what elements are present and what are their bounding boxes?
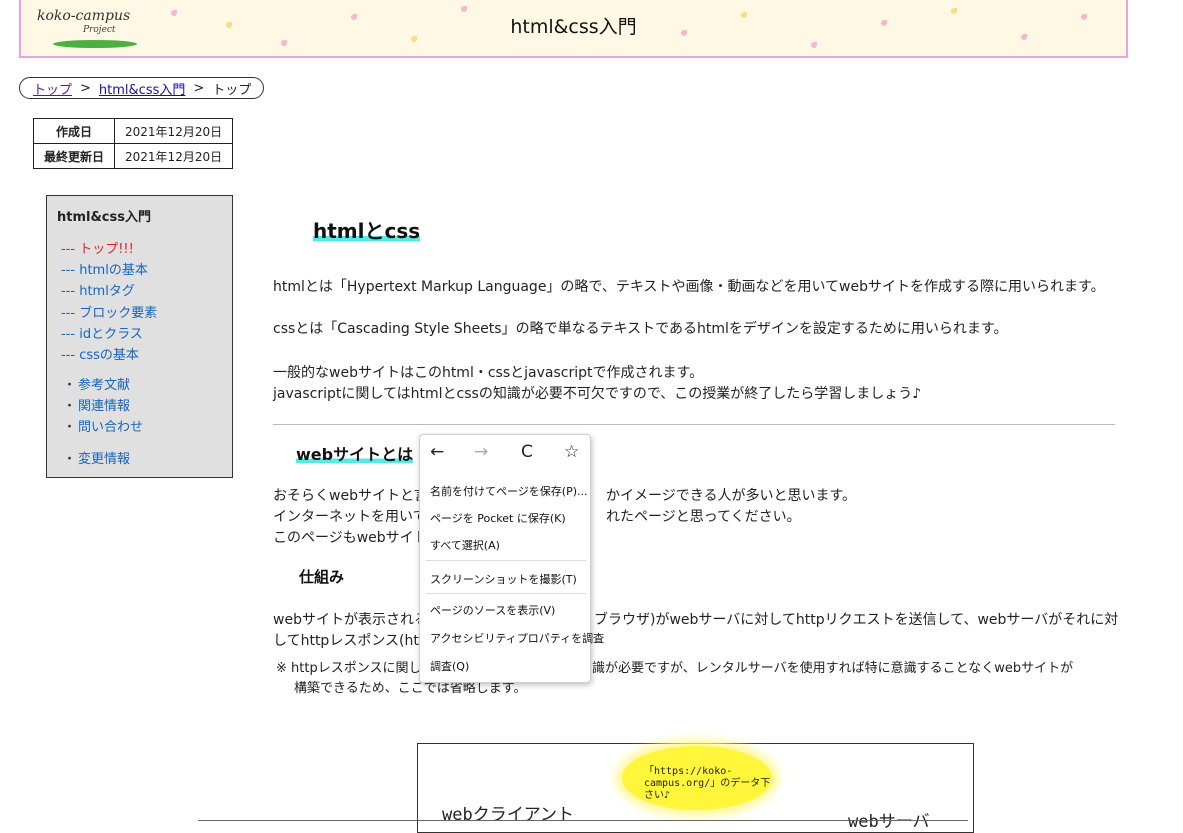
breadcrumb-separator: >: [193, 80, 205, 96]
breadcrumb-link-course[interactable]: html&css入門: [99, 79, 185, 98]
sidebar-item-contact[interactable]: 問い合わせ: [63, 416, 143, 435]
menu-item-view-source[interactable]: ページのソースを表示(V): [430, 602, 555, 618]
menu-item-select-all[interactable]: すべて選択(A): [430, 537, 500, 553]
context-nav-bar: ← → C ☆: [420, 435, 590, 473]
sidebar-item-top[interactable]: --- トップ!!!: [61, 238, 134, 257]
created-label: 作成日: [32, 118, 116, 144]
site-header: koko-campus Project html&css入門: [19, 0, 1128, 58]
created-value: 2021年12月20日: [114, 118, 234, 144]
updated-label: 最終更新日: [32, 143, 116, 169]
dates-table: 作成日 2021年12月20日 最終更新日 2021年12月20日: [32, 118, 234, 169]
back-icon[interactable]: ←: [430, 442, 444, 462]
menu-item-save-page[interactable]: 名前を付けてページを保存(P)...: [430, 483, 588, 499]
client-label: webクライアント: [442, 805, 575, 825]
logo-grass-decoration: [53, 40, 137, 48]
breadcrumb-link-top[interactable]: トップ: [33, 79, 72, 98]
breadcrumb-separator: >: [80, 80, 91, 96]
forward-icon[interactable]: →: [474, 442, 488, 462]
sidebar-item-related[interactable]: 関連情報: [63, 395, 130, 414]
petal-decoration: [811, 42, 817, 48]
sidebar-item-html-basics[interactable]: --- htmlの基本: [61, 259, 148, 278]
sidebar-item-block-elements[interactable]: --- ブロック要素: [61, 302, 157, 321]
sidebar-item-changelog[interactable]: 変更情報: [63, 448, 130, 467]
petal-decoration: [281, 40, 287, 46]
menu-item-inspect[interactable]: 調査(Q): [430, 658, 469, 674]
subsection-heading: webサイトとは: [296, 441, 414, 465]
sidebar-item-id-class[interactable]: --- idとクラス: [61, 323, 143, 342]
site-title: html&css入門: [510, 16, 637, 38]
bubble-text: 「https://koko-campus.org/」のデータ下さい♪: [644, 766, 771, 801]
breadcrumb-current: トップ: [212, 82, 252, 98]
paragraph: javascriptに関してはhtmlとcssの知識が必要不可欠ですので、この授…: [273, 386, 922, 402]
paragraph: かイメージできる人が多いと思います。: [606, 488, 857, 504]
paragraph: htmlとは「Hypertext Markup Language」の略で、テキス…: [273, 279, 1105, 295]
context-menu: ← → C ☆ 名前を付けてページを保存(P)... ページを Pocket に…: [419, 434, 604, 683]
paragraph: このページもwebサイト: [273, 530, 428, 546]
paragraph: 一般的なwebサイトはこのhtml・cssとjavascriptで作成されます。: [273, 365, 704, 381]
paragraph: れたページと思ってください。: [606, 509, 801, 525]
diagram-baseline: [198, 820, 968, 821]
note-text: ※ httpレスポンスに関し: [276, 661, 422, 676]
paragraph: してhttpレスポンス(ht: [273, 633, 419, 649]
table-row: 最終更新日 2021年12月20日: [32, 143, 234, 169]
paragraph: おそらくwebサイトと言: [273, 488, 428, 504]
note-text: 識が必要ですが、レンタルサーバを使用すれば特に意識することなくwebサイトが: [592, 661, 1074, 676]
menu-item-screenshot[interactable]: スクリーンショットを撮影(T): [430, 571, 577, 587]
subsubsection-heading: 仕組み: [299, 568, 345, 586]
menu-separator: [426, 593, 586, 594]
sidebar-title: html&css入門: [57, 210, 151, 225]
sidebar: html&css入門 --- トップ!!! --- htmlの基本 --- ht…: [46, 195, 233, 478]
request-bubble: 「https://koko-campus.org/」のデータ下さい♪: [622, 746, 772, 810]
paragraph: ブラウザ)がwebサーバに対してhttpリクエストを送信して、webサーバがそれ…: [594, 612, 1119, 628]
sidebar-item-references[interactable]: 参考文献: [63, 374, 130, 393]
sidebar-item-html-tags[interactable]: --- htmlタグ: [61, 280, 135, 299]
menu-item-accessibility[interactable]: アクセシビリティプロパティを調査: [430, 630, 604, 646]
reload-icon[interactable]: C: [521, 442, 533, 462]
bookmark-star-icon[interactable]: ☆: [564, 442, 579, 462]
divider: [273, 424, 1115, 425]
updated-value: 2021年12月20日: [114, 143, 234, 169]
paragraph: cssとは「Cascading Style Sheets」の略で単なるテキストで…: [273, 321, 1008, 337]
breadcrumb: トップ > html&css入門 > トップ: [19, 77, 265, 99]
sidebar-item-css-basics[interactable]: --- cssの基本: [61, 344, 139, 363]
menu-item-save-pocket[interactable]: ページを Pocket に保存(K): [430, 510, 566, 526]
menu-separator: [426, 560, 586, 561]
paragraph: インターネットを用いて: [273, 509, 427, 525]
table-row: 作成日 2021年12月20日: [32, 118, 234, 144]
section-heading: htmlとcss: [313, 215, 421, 244]
paragraph: webサイトが表示される: [273, 612, 428, 628]
